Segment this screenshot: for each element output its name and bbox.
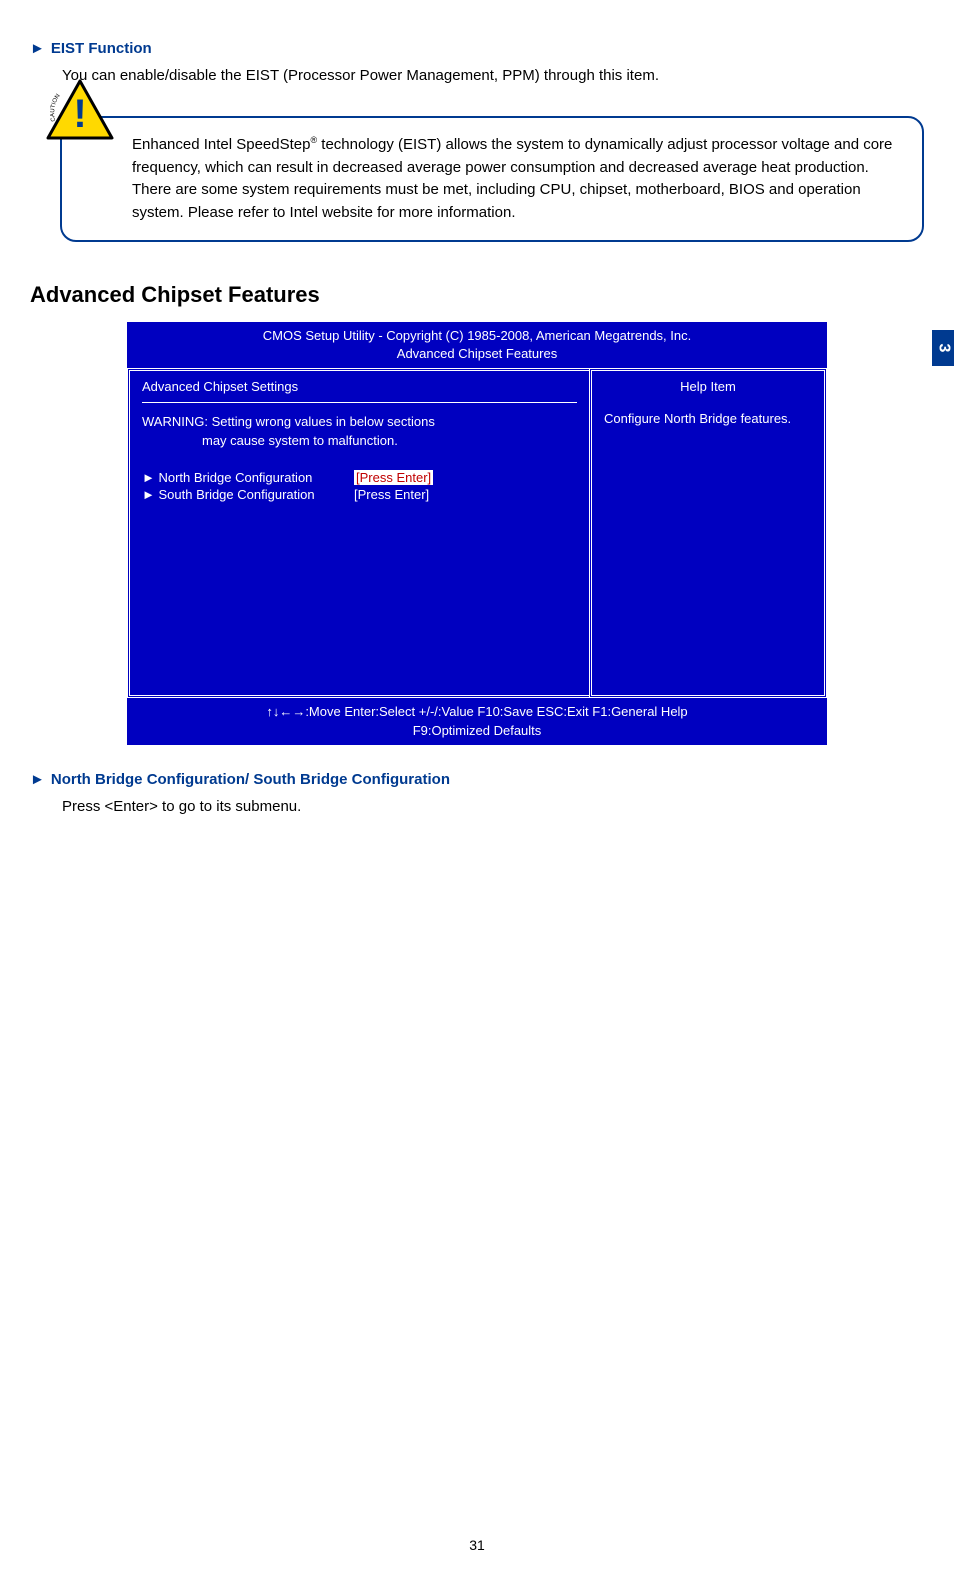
bridge-config-header-text: North Bridge Configuration/ South Bridge… [51, 771, 450, 788]
bios-warning: WARNING: Setting wrong values in below s… [142, 413, 577, 449]
bios-help-text: Configure North Bridge features. [604, 410, 812, 428]
bios-screenshot: CMOS Setup Utility - Copyright (C) 1985-… [125, 320, 829, 747]
eist-section-header: ► EIST Function [30, 40, 924, 57]
advanced-chipset-heading: Advanced Chipset Features [30, 282, 924, 308]
arrow-right-icon: ► [30, 40, 45, 57]
chapter-side-tab: 3 [932, 330, 954, 366]
bios-footer-line2: F9:Optimized Defaults [413, 723, 542, 738]
bios-title-bar: CMOS Setup Utility - Copyright (C) 1985-… [127, 322, 827, 368]
bios-left-header: Advanced Chipset Settings [142, 379, 577, 403]
caution-text: Enhanced Intel SpeedStep® technology (EI… [60, 116, 924, 242]
bios-warning-line1: WARNING: Setting wrong values in below s… [142, 414, 435, 429]
bridge-config-body-text: Press <Enter> to go to its submenu. [62, 796, 924, 817]
bios-item-value-highlighted: [Press Enter] [354, 470, 433, 485]
side-tab-number: 3 [934, 344, 952, 353]
bios-item-label: North Bridge Configuration [142, 470, 342, 485]
arrow-right-icon: ► [30, 771, 45, 788]
bios-item-north-bridge[interactable]: North Bridge Configuration [Press Enter] [142, 470, 577, 485]
caution-container: ! CAUTION Enhanced Intel SpeedStep® tech… [60, 116, 924, 242]
bios-help-header: Help Item [604, 379, 812, 402]
caution-text-pre: Enhanced Intel SpeedStep [132, 136, 310, 153]
bios-footer: ↑↓←→:Move Enter:Select +/-/:Value F10:Sa… [127, 698, 827, 744]
eist-header-text: EIST Function [51, 40, 152, 57]
bios-item-value: [Press Enter] [354, 487, 429, 502]
page-number: 31 [30, 1537, 924, 1553]
eist-body-text: You can enable/disable the EIST (Process… [62, 65, 924, 86]
bridge-config-section-header: ► North Bridge Configuration/ South Bridg… [30, 771, 924, 788]
bios-left-panel: Advanced Chipset Settings WARNING: Setti… [127, 368, 589, 698]
bios-footer-line1: ↑↓←→:Move Enter:Select +/-/:Value F10:Sa… [266, 704, 687, 719]
bios-main-area: Advanced Chipset Settings WARNING: Setti… [127, 368, 827, 698]
bios-warning-line2: may cause system to malfunction. [202, 433, 398, 448]
bios-item-label: South Bridge Configuration [142, 487, 342, 502]
bios-item-south-bridge[interactable]: South Bridge Configuration [Press Enter] [142, 487, 577, 502]
bios-title-line1: CMOS Setup Utility - Copyright (C) 1985-… [263, 328, 691, 343]
bios-right-panel: Help Item Configure North Bridge feature… [589, 368, 827, 698]
svg-text:!: ! [73, 92, 86, 136]
bios-title-line2: Advanced Chipset Features [397, 346, 557, 361]
caution-triangle-icon: ! CAUTION [45, 78, 115, 153]
